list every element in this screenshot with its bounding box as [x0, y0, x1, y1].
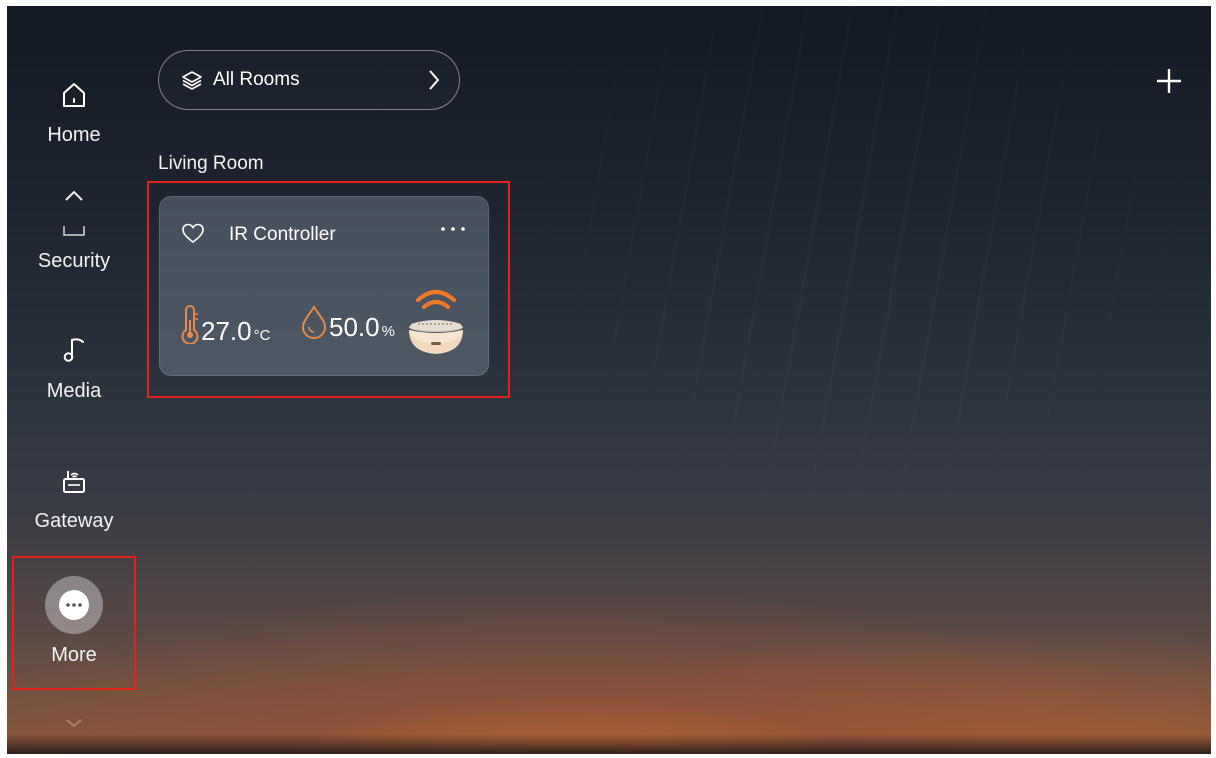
plus-icon[interactable]	[1154, 66, 1184, 96]
chevron-down-icon	[66, 719, 82, 727]
room-selector-button[interactable]: All Rooms	[158, 50, 460, 110]
thermometer-icon	[181, 305, 199, 344]
more-button-circle	[45, 576, 103, 634]
sidebar-item-label: More	[51, 644, 97, 666]
security-icon	[63, 226, 85, 236]
sidebar-item-security[interactable]: Security	[7, 224, 141, 273]
home-icon	[63, 83, 85, 107]
background-streaks	[7, 6, 1211, 754]
device-name: IR Controller	[229, 224, 336, 245]
ellipsis-icon[interactable]	[437, 218, 471, 240]
temperature-value: 27.0	[201, 316, 252, 346]
layers-icon	[182, 71, 202, 90]
water-drop-icon	[301, 305, 327, 339]
music-note-icon	[63, 338, 84, 362]
section-title: Living Room	[158, 153, 264, 174]
device-card[interactable]: IR Controller 27.0 °C 50.0 %	[159, 196, 489, 376]
more-dots-icon	[66, 603, 82, 607]
sidebar-item-label: Home	[47, 124, 101, 146]
sidebar-item-home[interactable]: Home	[7, 80, 141, 147]
humidity-reading: 50.0 %	[299, 304, 395, 340]
humidity-value: 50.0	[329, 312, 380, 342]
sidebar-item-label: Gateway	[34, 510, 114, 532]
temperature-unit: °C	[253, 327, 271, 344]
sidebar: Home Security Media Gateway More	[7, 6, 141, 754]
temperature-reading: 27.0 °C	[179, 304, 270, 344]
scroll-up-button[interactable]	[7, 186, 141, 207]
humidity-unit: %	[381, 323, 395, 340]
chevron-up-icon	[65, 190, 83, 201]
sidebar-item-media[interactable]: Media	[7, 334, 141, 403]
gateway-icon	[63, 471, 85, 493]
app-screen: Home Security Media Gateway More All Roo…	[7, 6, 1211, 754]
heart-outline-icon[interactable]	[181, 222, 205, 244]
sidebar-item-more[interactable]: More	[7, 576, 141, 667]
room-selector-label: All Rooms	[213, 69, 300, 90]
background-horizon	[7, 734, 1211, 754]
sidebar-item-label: Media	[46, 380, 102, 402]
ir-controller-icon	[409, 290, 463, 354]
scroll-down-button[interactable]	[7, 714, 141, 735]
sidebar-item-gateway[interactable]: Gateway	[7, 466, 141, 533]
sidebar-item-label: Security	[37, 250, 111, 272]
chevron-right-icon	[429, 70, 440, 90]
